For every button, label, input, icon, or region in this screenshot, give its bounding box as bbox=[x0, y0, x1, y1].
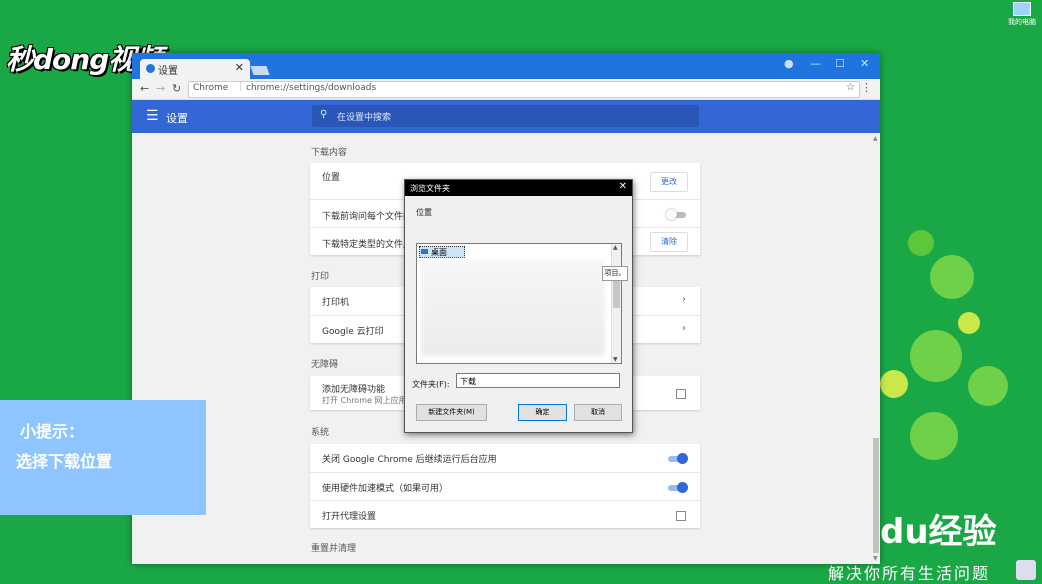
settings-search[interactable]: ⚲ 在设置中搜索 bbox=[312, 105, 699, 127]
background-apps-toggle[interactable] bbox=[668, 453, 688, 464]
tag-icon bbox=[930, 255, 974, 299]
background-apps-row: 关闭 Google Chrome 后继续运行后台应用 bbox=[310, 444, 700, 472]
address-separator: | bbox=[239, 82, 243, 92]
search-placeholder: 在设置中搜索 bbox=[337, 113, 392, 123]
scroll-up-icon[interactable]: ▲ bbox=[873, 135, 878, 142]
cloud-print-label: Google 云打印 bbox=[322, 327, 384, 337]
title-bar: 设置 ✕ ● — ☐ ✕ bbox=[132, 53, 880, 79]
recycle-bin-icon[interactable] bbox=[1016, 560, 1036, 580]
tab-close-icon[interactable]: ✕ bbox=[235, 61, 244, 74]
my-computer-icon[interactable]: 我的电脑 bbox=[1008, 2, 1036, 27]
tooltip: 项目。 bbox=[602, 266, 628, 281]
scrollbar-thumb[interactable] bbox=[873, 438, 879, 553]
my-computer-label: 我的电脑 bbox=[1008, 18, 1036, 26]
hardware-accel-row: 使用硬件加速模式（如果可用） bbox=[310, 472, 700, 501]
minimize-button[interactable]: — bbox=[810, 57, 821, 70]
hamburger-menu-icon[interactable]: ☰ bbox=[146, 108, 159, 124]
cancel-button[interactable]: 取消 bbox=[574, 404, 622, 421]
folder-tree[interactable]: 桌面 ▲ ▼ bbox=[416, 243, 622, 364]
sun-icon bbox=[880, 370, 908, 398]
system-card: 关闭 Google Chrome 后继续运行后台应用 使用硬件加速模式（如果可用… bbox=[310, 444, 700, 528]
secure-chrome-label: Chrome bbox=[193, 83, 229, 93]
blurred-folder-list bbox=[421, 260, 605, 356]
baidu-logo: du经验 bbox=[880, 512, 997, 552]
leaf-icon bbox=[910, 330, 962, 382]
tree-node-desktop[interactable]: 桌面 bbox=[419, 246, 465, 258]
dialog-title: 浏览文件夹 bbox=[410, 184, 450, 193]
tab-settings[interactable]: 设置 ✕ bbox=[140, 59, 250, 79]
proxy-label: 打开代理设置 bbox=[322, 512, 377, 522]
add-accessibility-label: 添加无障碍功能 bbox=[322, 385, 386, 395]
forward-icon[interactable]: → bbox=[156, 82, 165, 95]
decoration-dot bbox=[958, 312, 980, 334]
scroll-down-icon[interactable]: ▼ bbox=[613, 356, 618, 363]
external-link-icon bbox=[676, 511, 686, 521]
close-button[interactable]: ✕ bbox=[860, 57, 869, 70]
new-folder-button[interactable]: 新建文件夹(M) bbox=[416, 404, 487, 421]
hardware-accel-label: 使用硬件加速模式（如果可用） bbox=[322, 484, 449, 494]
background-apps-label: 关闭 Google Chrome 后继续运行后台应用 bbox=[322, 455, 497, 465]
desktop-folder-icon bbox=[421, 249, 428, 254]
browse-folder-dialog: 浏览文件夹 ✕ 位置 桌面 ▲ ▼ 文件夹(F): 下载 新建文件夹(M) 确定… bbox=[404, 179, 633, 433]
dialog-title-bar: 浏览文件夹 ✕ bbox=[405, 180, 632, 196]
url-text[interactable]: chrome://settings/downloads bbox=[246, 83, 376, 93]
section-printing: 打印 bbox=[311, 272, 330, 282]
section-accessibility: 无障碍 bbox=[311, 360, 339, 370]
external-link-icon bbox=[676, 389, 686, 399]
ok-button[interactable]: 确定 bbox=[518, 404, 567, 421]
chevron-right-icon: › bbox=[682, 294, 686, 305]
location-label: 位置 bbox=[322, 173, 341, 183]
new-tab-button[interactable] bbox=[250, 66, 270, 75]
change-location-button[interactable]: 更改 bbox=[650, 172, 688, 192]
plant-icon bbox=[910, 412, 958, 460]
decoration-circle bbox=[908, 230, 934, 256]
toolbar: ← → ↻ Chrome | chrome://settings/downloa… bbox=[132, 79, 880, 100]
section-downloads: 下载内容 bbox=[311, 148, 348, 158]
settings-title: 设置 bbox=[166, 112, 188, 125]
add-accessibility-sub: 打开 Chrome 网上应用店 bbox=[322, 396, 415, 405]
printers-label: 打印机 bbox=[322, 298, 350, 308]
clear-button[interactable]: 清除 bbox=[650, 232, 688, 252]
settings-gear-icon bbox=[146, 64, 155, 73]
bookmark-star-icon[interactable]: ☆ bbox=[846, 82, 855, 93]
page-scrollbar[interactable]: ▲ ▼ bbox=[872, 133, 880, 564]
section-system: 系统 bbox=[311, 428, 330, 438]
dialog-close-icon[interactable]: ✕ bbox=[619, 181, 627, 192]
folder-field-label: 文件夹(F): bbox=[412, 380, 450, 389]
menu-icon[interactable]: ⋮ bbox=[861, 81, 872, 94]
ask-where-toggle[interactable] bbox=[666, 209, 686, 220]
back-icon[interactable]: ← bbox=[140, 82, 149, 95]
address-bar[interactable]: Chrome | chrome://settings/downloads ☆ bbox=[188, 81, 860, 98]
section-reset: 重置并清理 bbox=[311, 544, 357, 554]
maximize-button[interactable]: ☐ bbox=[835, 57, 845, 70]
scroll-down-icon[interactable]: ▼ bbox=[873, 555, 878, 562]
proxy-row[interactable]: 打开代理设置 bbox=[310, 500, 700, 529]
hardware-accel-toggle[interactable] bbox=[668, 482, 688, 493]
scroll-up-icon[interactable]: ▲ bbox=[613, 244, 618, 251]
tab-title: 设置 bbox=[158, 66, 178, 77]
bird-icon bbox=[968, 366, 1008, 406]
folder-input[interactable]: 下载 bbox=[456, 373, 620, 388]
tip-title: 小提示： bbox=[20, 422, 85, 441]
search-icon: ⚲ bbox=[320, 109, 328, 120]
dialog-location-label: 位置 bbox=[416, 208, 432, 217]
chevron-right-icon: › bbox=[682, 323, 686, 334]
tip-text: 选择下载位置 bbox=[16, 452, 113, 471]
settings-header: ☰ 设置 ⚲ 在设置中搜索 bbox=[132, 100, 880, 133]
tree-node-label: 桌面 bbox=[431, 248, 447, 257]
tree-scrollbar[interactable]: ▲ ▼ bbox=[611, 244, 621, 363]
profile-icon[interactable]: ● bbox=[784, 57, 794, 70]
tip-box: 小提示： 选择下载位置 bbox=[0, 400, 206, 515]
reload-icon[interactable]: ↻ bbox=[172, 82, 181, 95]
